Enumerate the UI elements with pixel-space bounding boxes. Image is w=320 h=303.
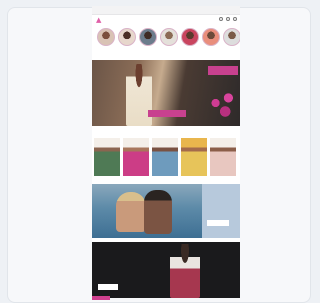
search-icon[interactable] (219, 17, 223, 21)
hero-cta-button[interactable] (148, 110, 186, 117)
accent-strip (92, 296, 110, 300)
browser-url-bar[interactable] (92, 6, 240, 15)
dark-banner-model-image (170, 244, 200, 298)
hero-flowers-image (206, 86, 238, 120)
product-card[interactable] (123, 138, 149, 176)
hero-tag (208, 66, 238, 75)
bag-icon[interactable] (233, 17, 237, 21)
pool-panel (202, 184, 240, 238)
product-card[interactable] (152, 138, 178, 176)
model-image (144, 190, 172, 234)
category-circle[interactable] (118, 28, 136, 46)
category-circle[interactable] (97, 28, 115, 46)
category-circle[interactable] (160, 28, 178, 46)
hero-banner[interactable] (92, 60, 240, 126)
product-card[interactable] (181, 138, 207, 176)
dark-banner-button[interactable] (98, 284, 118, 290)
product-row (94, 138, 240, 178)
url-text (140, 7, 192, 12)
mobile-page: ▲ (92, 6, 240, 298)
pool-image (92, 184, 202, 238)
pool-banner-button[interactable] (207, 220, 229, 226)
user-icon[interactable] (226, 17, 230, 21)
model-image (116, 192, 146, 232)
brand-logo-icon[interactable]: ▲ (96, 16, 106, 24)
category-carousel (94, 28, 240, 54)
header-icons (219, 17, 237, 21)
category-circle[interactable] (223, 28, 240, 46)
dark-banner[interactable] (92, 242, 240, 298)
category-circle[interactable] (202, 28, 220, 46)
category-circle[interactable] (181, 28, 199, 46)
category-circle[interactable] (139, 28, 157, 46)
product-card[interactable] (210, 138, 236, 176)
product-card[interactable] (94, 138, 120, 176)
pool-banner[interactable] (92, 184, 240, 238)
